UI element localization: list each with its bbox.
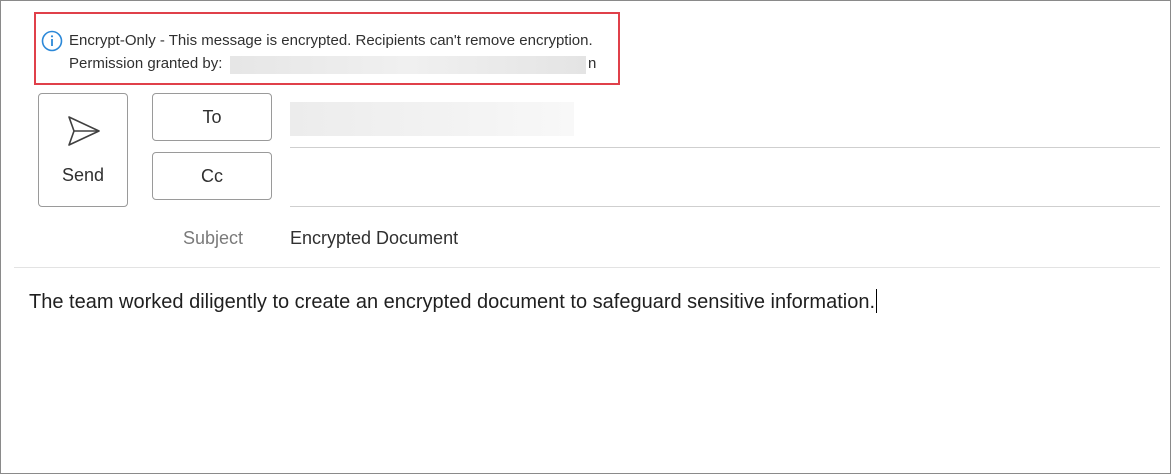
to-button[interactable]: To <box>152 93 272 141</box>
permission-owner-tail: n <box>588 55 597 72</box>
subject-divider <box>14 267 1160 268</box>
encryption-message: Encrypt-Only - This message is encrypted… <box>69 32 593 49</box>
send-label: Send <box>61 165 105 185</box>
cc-recipients-field[interactable] <box>290 153 1160 201</box>
subject-label: Subject <box>183 228 244 248</box>
send-icon <box>68 116 100 146</box>
permission-label: Permission granted by: <box>69 55 223 72</box>
encryption-banner: Encrypt-Only - This message is encrypted… <box>34 12 620 85</box>
text-caret <box>876 289 878 313</box>
cc-button[interactable]: Cc <box>152 152 272 200</box>
message-body-text: The team worked diligently to create an … <box>29 291 876 313</box>
redacted-permission-owner <box>230 56 586 74</box>
info-icon <box>41 30 63 52</box>
subject-input[interactable]: Encrypted Document <box>290 228 458 249</box>
send-button[interactable]: Send <box>38 93 128 207</box>
to-recipients-field[interactable] <box>290 102 574 136</box>
to-field-divider <box>290 147 1160 148</box>
cc-field-divider <box>290 206 1160 207</box>
compose-window: Encrypt-Only - This message is encrypted… <box>0 0 1171 474</box>
message-body[interactable]: The team worked diligently to create an … <box>29 289 878 314</box>
